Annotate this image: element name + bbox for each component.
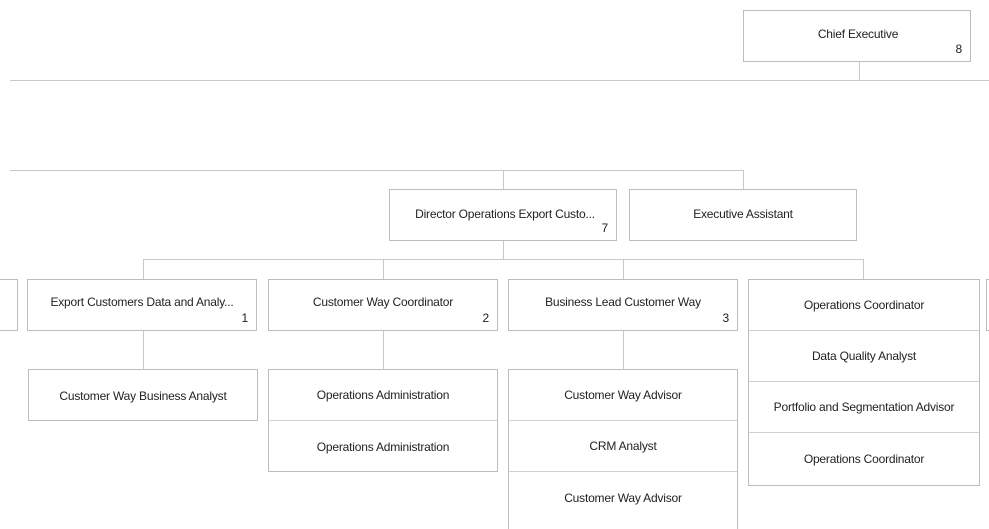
node-count: 1: [241, 311, 249, 325]
node-business-lead-customer-way[interactable]: Business Lead Customer Way 3: [508, 279, 738, 331]
node-data-quality-analyst[interactable]: Data Quality Analyst: [749, 331, 979, 382]
node-customer-way-advisor-1[interactable]: Customer Way Advisor: [509, 370, 737, 421]
node-title: Business Lead Customer Way: [545, 295, 701, 309]
node-title: Director Operations Export Custo...: [415, 207, 595, 221]
root-connector: [859, 62, 860, 80]
node-customer-way-advisor-2[interactable]: Customer Way Advisor: [509, 472, 737, 523]
node-crm-analyst[interactable]: CRM Analyst: [509, 421, 737, 472]
level3-connector-3: [623, 331, 624, 369]
stack-children-customer-way-coordinator: Operations Administration Operations Adm…: [268, 369, 498, 472]
node-chief-executive[interactable]: Chief Executive 8: [743, 10, 971, 62]
partial-node-left[interactable]: [0, 279, 18, 331]
top-divider-line: [10, 80, 989, 81]
node-count: 8: [955, 42, 963, 56]
level2-branch-line: [143, 259, 864, 260]
level2-connector-1: [143, 259, 144, 279]
level2-connector-2: [383, 259, 384, 279]
node-title: Executive Assistant: [693, 207, 793, 221]
node-export-customers-data[interactable]: Export Customers Data and Analy... 1: [27, 279, 257, 331]
node-customer-way-coordinator[interactable]: Customer Way Coordinator 2: [268, 279, 498, 331]
level1-connector-director: [503, 170, 504, 189]
level2-trunk: [503, 241, 504, 259]
node-operations-coordinator[interactable]: Operations Coordinator: [749, 280, 979, 331]
node-title: Customer Way Coordinator: [312, 295, 454, 309]
node-executive-assistant[interactable]: Executive Assistant: [629, 189, 857, 241]
node-count: 7: [601, 221, 609, 235]
node-customer-way-business-analyst[interactable]: Customer Way Business Analyst: [29, 370, 257, 421]
node-title: Export Customers Data and Analy...: [50, 295, 234, 309]
node-count: 3: [722, 311, 730, 325]
level2-connector-4: [863, 259, 864, 279]
level3-connector-1: [143, 331, 144, 369]
node-director-operations[interactable]: Director Operations Export Custo... 7: [389, 189, 617, 241]
node-operations-administration-2[interactable]: Operations Administration: [269, 421, 497, 472]
node-count: 2: [482, 311, 490, 325]
stack-children-business-lead: Customer Way Advisor CRM Analyst Custome…: [508, 369, 738, 529]
level1-branch-line: [10, 170, 744, 171]
stack-children-export-customers: Customer Way Business Analyst: [28, 369, 258, 421]
level2-connector-3: [623, 259, 624, 279]
level3-connector-2: [383, 331, 384, 369]
node-portfolio-segmentation-advisor[interactable]: Portfolio and Segmentation Advisor: [749, 382, 979, 433]
node-operations-coordinator-2[interactable]: Operations Coordinator: [749, 433, 979, 484]
level1-connector-assistant: [743, 170, 744, 189]
node-operations-administration-1[interactable]: Operations Administration: [269, 370, 497, 421]
node-title: Chief Executive: [817, 27, 899, 41]
stack-operations-coordinator: Operations Coordinator Data Quality Anal…: [748, 279, 980, 486]
